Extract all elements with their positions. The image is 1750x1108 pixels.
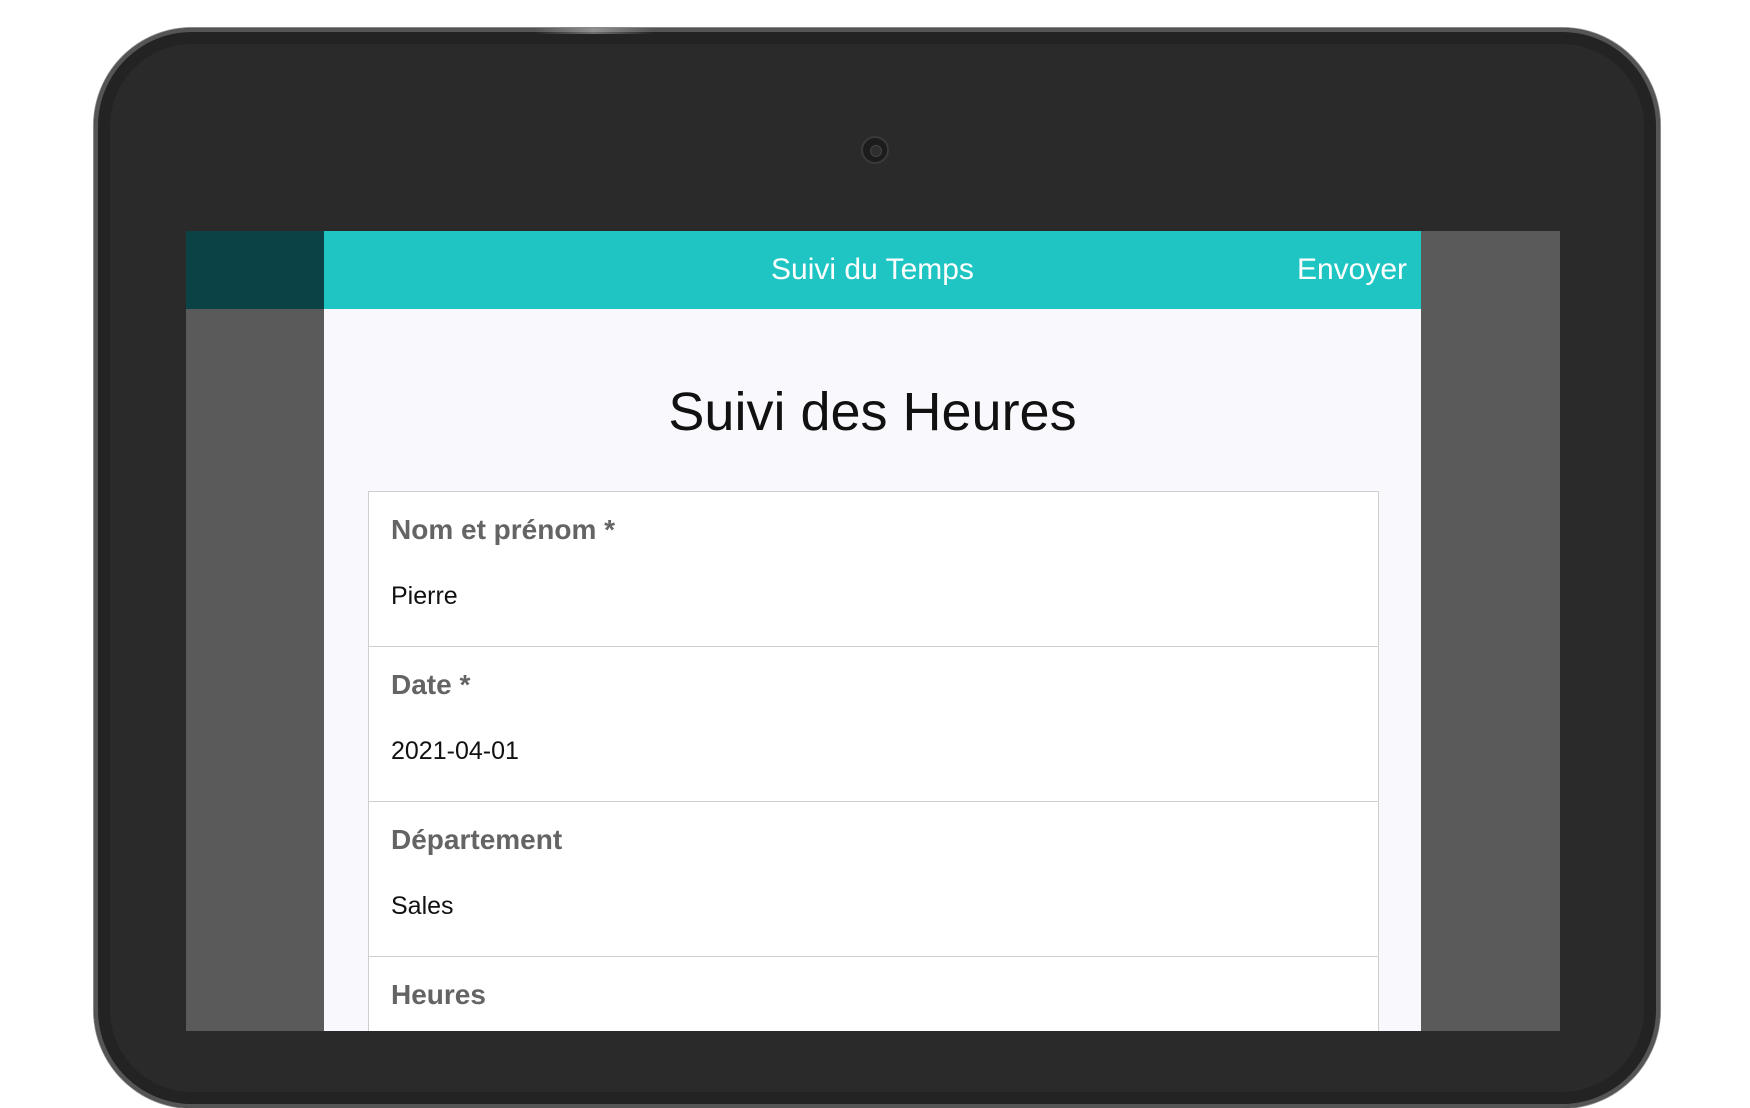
date-field-label: Date * [391, 669, 471, 700]
department-field-input[interactable]: Sales [391, 892, 1351, 921]
date-field-input[interactable]: 2021-04-01 [391, 737, 1351, 766]
date-field: Date * 2021-04-01 [369, 647, 1378, 802]
front-camera-icon [861, 136, 889, 164]
hours-field: Heures [369, 957, 1378, 1031]
form-title: Suivi des Heures [668, 382, 1077, 442]
name-field-label: Nom et prénom * [391, 514, 616, 545]
form-card: Nom et prénom * Pierre Date * 2021-04-01… [368, 491, 1379, 1031]
tablet-screen: Suivi du Temps Envoyer Suivi des Heures … [186, 231, 1560, 1031]
department-field: Département Sales [369, 802, 1378, 957]
name-field-input[interactable]: Pierre [391, 582, 1351, 611]
name-field: Nom et prénom * Pierre [369, 492, 1378, 647]
hours-field-label: Heures [391, 979, 486, 1010]
department-field-label: Département [391, 824, 563, 855]
app-header-title: Suivi du Temps [771, 253, 974, 286]
app-header: Suivi du Temps Envoyer [324, 231, 1421, 309]
send-button[interactable]: Envoyer [1297, 231, 1407, 309]
bezel-highlight [534, 28, 654, 34]
side-panel-header [186, 231, 324, 309]
form-app: Suivi du Temps Envoyer Suivi des Heures … [324, 231, 1421, 1031]
